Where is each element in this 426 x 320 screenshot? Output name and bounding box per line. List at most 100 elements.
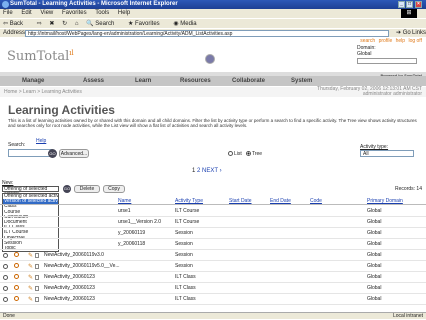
forward-button[interactable]: ⇨: [37, 21, 42, 27]
row-domain: Global: [367, 274, 382, 280]
address-input[interactable]: http://intmail/host/WebPages/lang-en/adm…: [25, 30, 389, 37]
tree-radio-label: Tree: [251, 151, 263, 157]
menu-bar: File Edit View Favorites Tools Help ⊞: [0, 9, 426, 18]
menu-edit[interactable]: Edit: [21, 10, 31, 16]
home-icon[interactable]: ⌂: [75, 21, 79, 27]
nav-assess[interactable]: Assess: [83, 76, 104, 86]
menu-view[interactable]: View: [40, 10, 53, 16]
table-row[interactable]: y_20060118 Session Global: [0, 239, 426, 250]
profile-link[interactable]: profile: [379, 38, 393, 44]
app-header: SumTotalıl search profile help log off D…: [0, 37, 426, 72]
help-link[interactable]: help: [396, 38, 405, 44]
row-name[interactable]: NewActivity_20060119v3.0: [44, 250, 104, 261]
row-name[interactable]: y_20060118: [118, 239, 145, 250]
row-radio[interactable]: [3, 275, 8, 280]
activity-type-select[interactable]: All: [360, 150, 414, 157]
view-icon[interactable]: [14, 296, 19, 301]
search-label: Search:: [8, 142, 26, 148]
search-link[interactable]: search: [360, 38, 375, 44]
search-button[interactable]: 🔍 Search: [86, 21, 120, 27]
page-2-link[interactable]: 2: [197, 168, 200, 174]
view-icon[interactable]: [14, 285, 19, 290]
table-row[interactable]: y_20060119 Session Global: [0, 228, 426, 239]
edit-icon[interactable]: ✎: [28, 295, 33, 306]
row-type: Session: [175, 252, 193, 258]
row-type: ILT Class: [175, 274, 196, 280]
row-radio[interactable]: [3, 297, 8, 302]
col-name[interactable]: Name: [118, 198, 131, 204]
table-row[interactable]: ✎ NewActivity_20060123 ILT Class Global: [0, 272, 426, 283]
view-icon[interactable]: [14, 274, 19, 279]
table-row[interactable]: ✎ NewActivity_20060123 ILT Class Global: [0, 283, 426, 294]
menu-tools[interactable]: Tools: [95, 10, 109, 16]
nav-learn[interactable]: Learn: [135, 76, 151, 86]
nav-system[interactable]: System: [291, 76, 312, 86]
help-link[interactable]: Help: [36, 138, 46, 144]
row-name[interactable]: NewActivity_20060123: [44, 294, 95, 305]
table-row[interactable]: urse1 ILT Course Global: [0, 206, 426, 217]
col-start-date[interactable]: Start Date: [229, 198, 252, 204]
pagination: 1 2 NEXT ›: [192, 168, 222, 174]
new-type-select[interactable]: Offering of selected activity: [2, 186, 59, 197]
status-bar: Done Local intranet: [0, 312, 426, 319]
table-row[interactable]: urse1__Version 2.0 ILT Course Global: [0, 217, 426, 228]
window-title-bar: SumTotal - Learning Activities - Microso…: [0, 0, 426, 9]
row-radio[interactable]: [3, 286, 8, 291]
row-radio[interactable]: [3, 253, 8, 258]
row-radio[interactable]: [3, 264, 8, 269]
nav-resources[interactable]: Resources: [180, 76, 211, 86]
table-row[interactable]: ✎ NewActivity_20060119v5.0__Ve... Sessio…: [0, 261, 426, 272]
row-domain: Global: [367, 208, 382, 214]
view-icon[interactable]: [14, 263, 19, 268]
table-header: Name Activity Type Start Date End Date C…: [0, 197, 426, 205]
col-primary-domain[interactable]: Primary Domain: [367, 198, 403, 204]
list-radio[interactable]: [228, 151, 233, 157]
copy-button[interactable]: Copy: [103, 185, 125, 193]
advanced-button[interactable]: Advanced...: [59, 149, 89, 158]
next-link[interactable]: NEXT: [202, 168, 218, 174]
row-name[interactable]: NewActivity_20060123: [44, 283, 95, 294]
next-arrow-icon[interactable]: ›: [220, 168, 222, 174]
page-title: Learning Activities: [8, 103, 115, 117]
breadcrumb-text[interactable]: Home > Learn > Learning Activities: [4, 89, 82, 95]
logoff-link[interactable]: log off: [408, 38, 422, 44]
table-row[interactable]: ✎ NewActivity_20060119v3.0 Session Globa…: [0, 250, 426, 261]
refresh-icon[interactable]: ↻: [62, 21, 67, 27]
maximize-button[interactable]: □: [406, 1, 413, 8]
menu-favorites[interactable]: Favorites: [62, 10, 87, 16]
row-domain: Global: [367, 263, 382, 269]
search-input[interactable]: [8, 149, 52, 157]
tree-radio[interactable]: [245, 151, 251, 157]
document-icon: [35, 275, 39, 280]
row-name[interactable]: y_20060119: [118, 228, 145, 239]
row-domain: Global: [367, 296, 382, 302]
stop-icon[interactable]: ✖: [49, 21, 54, 27]
domain-select[interactable]: [357, 58, 417, 64]
col-code[interactable]: Code: [310, 198, 322, 204]
row-name[interactable]: NewActivity_20060123: [44, 272, 95, 283]
row-name[interactable]: NewActivity_20060119v5.0__Ve...: [44, 261, 120, 272]
search-go-button[interactable]: GO: [48, 149, 57, 158]
favorites-button[interactable]: ★ Favorites: [128, 21, 166, 27]
nav-manage[interactable]: Manage: [22, 76, 44, 86]
row-type: ILT Course: [175, 219, 200, 225]
col-end-date[interactable]: End Date: [270, 198, 291, 204]
row-name[interactable]: urse1__Version 2.0: [118, 217, 161, 228]
media-button[interactable]: ◉ Media: [173, 21, 202, 27]
menu-file[interactable]: File: [3, 10, 13, 16]
table-row[interactable]: ✎ NewActivity_20060123 ILT Class Global: [0, 294, 426, 305]
nav-collaborate[interactable]: Collaborate: [232, 76, 265, 86]
records-count: Records: 14: [395, 186, 422, 192]
delete-button[interactable]: Delete: [74, 185, 100, 193]
view-icon[interactable]: [14, 252, 19, 257]
row-name[interactable]: urse1: [118, 206, 131, 217]
ie-icon: [2, 1, 9, 8]
window-title: SumTotal - Learning Activities - Microso…: [10, 1, 178, 7]
menu-help[interactable]: Help: [118, 10, 130, 16]
back-button[interactable]: ⇦ Back: [3, 21, 29, 27]
col-activity-type[interactable]: Activity Type: [175, 198, 203, 204]
status-text: Done: [3, 313, 15, 319]
minimize-button[interactable]: _: [398, 1, 405, 8]
close-button[interactable]: ×: [415, 1, 422, 8]
new-go-button[interactable]: GO: [63, 185, 71, 193]
